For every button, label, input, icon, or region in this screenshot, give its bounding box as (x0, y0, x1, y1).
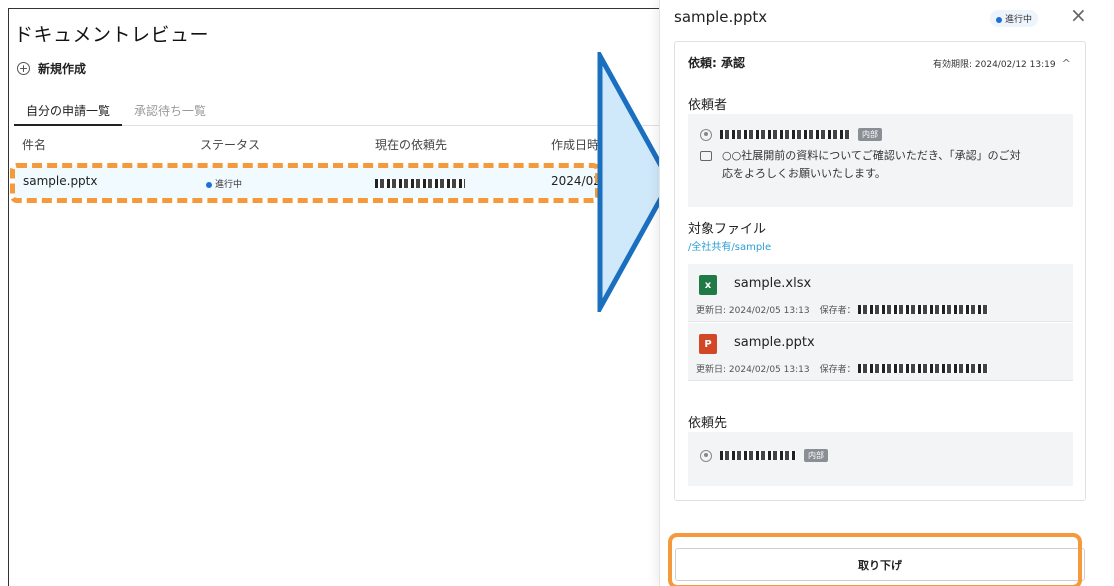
assignee-box: 内部 (688, 432, 1073, 486)
page-title: ドキュメントレビュー (14, 24, 210, 46)
file-name: sample.pptx (734, 335, 815, 350)
avatar-icon (700, 449, 712, 462)
request-card: 依頼: 承認 有効期限: 2024/02/12 13:19 ^ 依頼者 内部 ○… (674, 41, 1086, 501)
tab-pending-approval[interactable]: 承認待ち一覧 (122, 96, 218, 126)
chevron-up-icon[interactable]: ^ (1062, 57, 1071, 70)
status-badge: 進行中 (206, 177, 242, 190)
comment-icon (700, 151, 712, 161)
file-saver-label: 保存者： (819, 365, 856, 375)
saver-name-redacted (857, 364, 988, 373)
comment-line-1: ○○社展開前の資料についてご確認いただき、「承認」のご対 (722, 149, 1021, 162)
requester-box: 内部 ○○社展開前の資料についてご確認いただき、「承認」のご対 応をよろしくお願… (688, 114, 1073, 207)
column-header-created[interactable]: 作成日時 (551, 136, 599, 153)
saver-name-redacted (857, 305, 988, 314)
row-subject: sample.pptx (23, 174, 98, 188)
table-header: 件名 ステータス 現在の依頼先 作成日時 (14, 136, 664, 154)
panel-title: sample.pptx (674, 8, 768, 26)
column-header-status[interactable]: ステータス (200, 136, 260, 153)
requester-person: 内部 (700, 128, 1061, 141)
internal-badge: 内部 (858, 128, 882, 141)
request-comment: ○○社展開前の資料についてご確認いただき、「承認」のご対 応をよろしくお願いいた… (700, 147, 1061, 183)
deadline-text: 有効期限: 2024/02/12 13:19 (933, 60, 1056, 70)
file-updated: 更新日: 2024/02/05 13:13 (696, 306, 810, 316)
assignee-label: 依頼先 (688, 416, 728, 431)
table-row[interactable]: sample.pptx 進行中 2024/02/ (14, 165, 614, 198)
detail-panel: sample.pptx 進行中 × 依頼: 承認 有効期限: 2024/02/1… (659, 0, 1111, 586)
file-saver-label: 保存者： (819, 306, 856, 316)
target-files-label: 対象ファイル (688, 222, 767, 237)
column-header-subject[interactable]: 件名 (22, 136, 46, 153)
tab-my-requests[interactable]: 自分の申請一覧 (14, 96, 123, 126)
row-assignee-redacted (375, 176, 465, 190)
new-document-label: 新規作成 (38, 62, 87, 76)
internal-badge: 内部 (804, 449, 828, 462)
requester-name-redacted (720, 130, 850, 139)
tab-bar: 自分の申請一覧 承認待ち一覧 (14, 96, 664, 126)
assignee-person: 内部 (700, 449, 1061, 462)
file-updated: 更新日: 2024/02/05 13:13 (696, 365, 810, 375)
plus-circle-icon: + (17, 62, 30, 75)
requester-label: 依頼者 (688, 98, 728, 113)
panel-status-badge: 進行中 (990, 10, 1039, 27)
status-dot-icon (206, 181, 212, 188)
file-meta: 更新日: 2024/02/05 13:13 保存者： (696, 303, 988, 316)
column-header-assignee[interactable]: 現在の依頼先 (375, 136, 447, 153)
request-type: 依頼: 承認 (688, 56, 745, 70)
excel-file-icon: x (699, 275, 717, 295)
file-name: sample.xlsx (734, 276, 812, 291)
powerpoint-file-icon: P (699, 334, 717, 354)
avatar-icon (700, 128, 712, 141)
assignee-name-redacted (720, 451, 796, 460)
folder-path-link[interactable]: /全社共有/sample (688, 238, 771, 253)
file-row-pptx[interactable]: P sample.pptx 更新日: 2024/02/05 13:13 保存者： (688, 323, 1073, 381)
withdraw-button[interactable]: 取り下げ (675, 548, 1085, 581)
comment-line-2: 応をよろしくお願いいたします。 (722, 167, 886, 180)
deadline[interactable]: 有効期限: 2024/02/12 13:19 ^ (933, 57, 1071, 70)
file-row-xlsx[interactable]: x sample.xlsx 更新日: 2024/02/05 13:13 保存者： (688, 264, 1073, 322)
new-document-button[interactable]: + 新規作成 (17, 60, 86, 77)
file-meta: 更新日: 2024/02/05 13:13 保存者： (696, 362, 988, 375)
status-dot-icon (996, 16, 1002, 23)
close-icon[interactable]: × (1070, 3, 1087, 27)
